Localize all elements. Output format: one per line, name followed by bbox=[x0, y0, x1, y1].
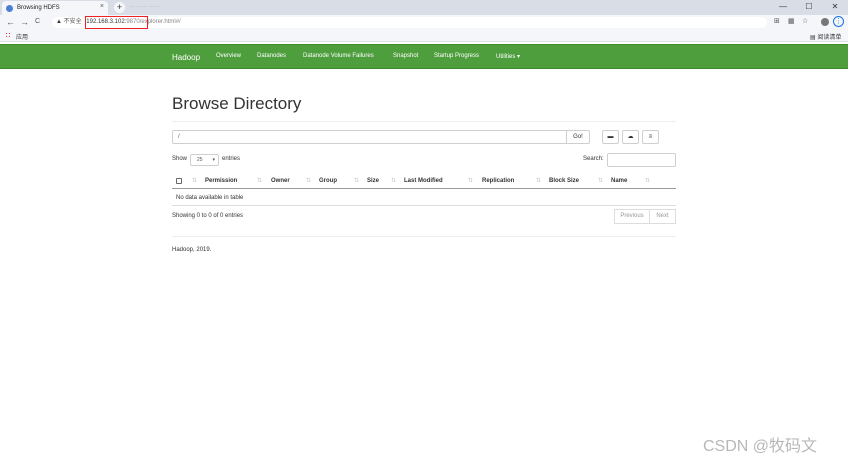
go-button[interactable]: Go! bbox=[566, 130, 590, 144]
table-header: ⇅ Permission ⇅ Owner ⇅ Group ⇅ Size ⇅ La… bbox=[172, 174, 676, 189]
maximize-icon[interactable]: ☐ bbox=[800, 2, 818, 11]
col-name[interactable]: Name bbox=[611, 178, 627, 184]
col-replication[interactable]: Replication bbox=[482, 178, 514, 184]
translate-icon[interactable]: ⊞ bbox=[774, 17, 780, 25]
col-block-size[interactable]: Block Size bbox=[549, 178, 579, 184]
chevron-down-icon: ▾ bbox=[212, 157, 215, 163]
footer-divider bbox=[172, 236, 676, 237]
insecure-label: 不安全 bbox=[63, 19, 82, 25]
warning-icon: ▲ bbox=[56, 19, 64, 25]
csdn-watermark: CSDN @牧码文 bbox=[703, 438, 818, 455]
reload-icon[interactable]: C bbox=[35, 18, 40, 25]
nav-overview[interactable]: Overview bbox=[216, 53, 241, 59]
reading-list[interactable]: ▤ 阅读清单 bbox=[810, 32, 841, 41]
entries-label: entries bbox=[222, 156, 241, 162]
search-input[interactable] bbox=[607, 153, 676, 167]
search-label: Search: bbox=[583, 156, 604, 162]
next-button[interactable]: Next bbox=[650, 209, 676, 224]
forward-icon[interactable]: → bbox=[20, 17, 29, 27]
title-divider bbox=[172, 121, 676, 122]
close-window-icon[interactable]: ✕ bbox=[826, 2, 844, 11]
col-owner[interactable]: Owner bbox=[271, 178, 290, 184]
bookmark-star-icon[interactable]: ☆ bbox=[802, 17, 808, 25]
reading-list-label: 阅读清单 bbox=[817, 35, 842, 41]
sort-icon[interactable]: ⇅ bbox=[536, 177, 541, 184]
address-bar-row: ← → C ▲ 不安全 192.168.3.102:9870/explorer.… bbox=[0, 15, 848, 30]
entries-select[interactable]: 25 ▾ bbox=[190, 154, 219, 166]
browser-tab[interactable]: Browsing HDFS × bbox=[2, 1, 108, 15]
minimize-icon[interactable]: — bbox=[774, 2, 792, 11]
nav-snapshot[interactable]: Snapshot bbox=[393, 53, 418, 59]
sort-icon[interactable]: ⇅ bbox=[645, 177, 650, 184]
entries-value: 25 bbox=[197, 157, 203, 163]
table-row: No data available in table bbox=[172, 190, 676, 206]
tab-close-icon[interactable]: × bbox=[100, 3, 104, 10]
sort-icon[interactable]: ⇅ bbox=[354, 177, 359, 184]
new-tab-button[interactable]: + bbox=[114, 2, 125, 13]
url-input[interactable]: ▲ 不安全 192.168.3.102:9870/explorer.html#/ bbox=[52, 16, 767, 29]
browser-menu-icon[interactable]: ⋮ bbox=[833, 16, 844, 27]
page-title: Browse Directory bbox=[172, 94, 302, 113]
bookmarks-bar: 应用 ▤ 阅读清单 bbox=[0, 30, 848, 42]
directory-path-input[interactable]: / bbox=[172, 130, 567, 144]
nav-utilities[interactable]: Utilities ▾ bbox=[496, 53, 520, 60]
col-last-modified[interactable]: Last Modified bbox=[404, 178, 443, 184]
qr-icon[interactable]: ▦ bbox=[788, 17, 795, 25]
select-all-checkbox[interactable] bbox=[176, 178, 182, 184]
nav-volume-failures[interactable]: Datanode Volume Failures bbox=[303, 53, 374, 59]
sort-icon[interactable]: ⇅ bbox=[598, 177, 603, 184]
nav-datanodes[interactable]: Datanodes bbox=[257, 53, 286, 59]
navbar-brand[interactable]: Hadoop bbox=[172, 53, 200, 62]
upload-icon[interactable]: ☁ bbox=[622, 130, 639, 144]
empty-table-message: No data available in table bbox=[176, 195, 244, 201]
nav-startup-progress[interactable]: Startup Progress bbox=[434, 53, 479, 59]
tab-favicon-icon bbox=[6, 4, 13, 12]
profile-icon[interactable] bbox=[821, 18, 829, 26]
bookmark-apps[interactable]: 应用 bbox=[16, 32, 28, 41]
browser-tab-strip: Browsing HDFS × + — — — — — — ☐ ✕ bbox=[0, 0, 848, 15]
col-size[interactable]: Size bbox=[367, 178, 379, 184]
table-info: Showing 0 to 0 of 0 entries bbox=[172, 213, 244, 219]
page-footer: Hadoop, 2019. bbox=[172, 247, 212, 253]
ghost-tab: — — — — — bbox=[130, 4, 161, 10]
folder-icon[interactable]: ▬ bbox=[602, 130, 619, 144]
col-group[interactable]: Group bbox=[319, 178, 337, 184]
list-icon[interactable]: ≡ bbox=[642, 130, 659, 144]
hadoop-navbar: Hadoop Overview Datanodes Datanode Volum… bbox=[0, 44, 848, 69]
apps-grid-icon[interactable] bbox=[5, 32, 12, 39]
url-highlight-box bbox=[85, 16, 148, 29]
sort-icon[interactable]: ⇅ bbox=[192, 177, 197, 184]
sort-icon[interactable]: ⇅ bbox=[257, 177, 262, 184]
tab-title: Browsing HDFS bbox=[17, 5, 60, 11]
back-icon[interactable]: ← bbox=[6, 17, 15, 27]
previous-button[interactable]: Previous bbox=[614, 209, 650, 224]
sort-icon[interactable]: ⇅ bbox=[391, 177, 396, 184]
sort-icon[interactable]: ⇅ bbox=[306, 177, 311, 184]
sort-icon[interactable]: ⇅ bbox=[468, 177, 473, 184]
col-permission[interactable]: Permission bbox=[205, 178, 237, 184]
show-label: Show bbox=[172, 156, 188, 162]
